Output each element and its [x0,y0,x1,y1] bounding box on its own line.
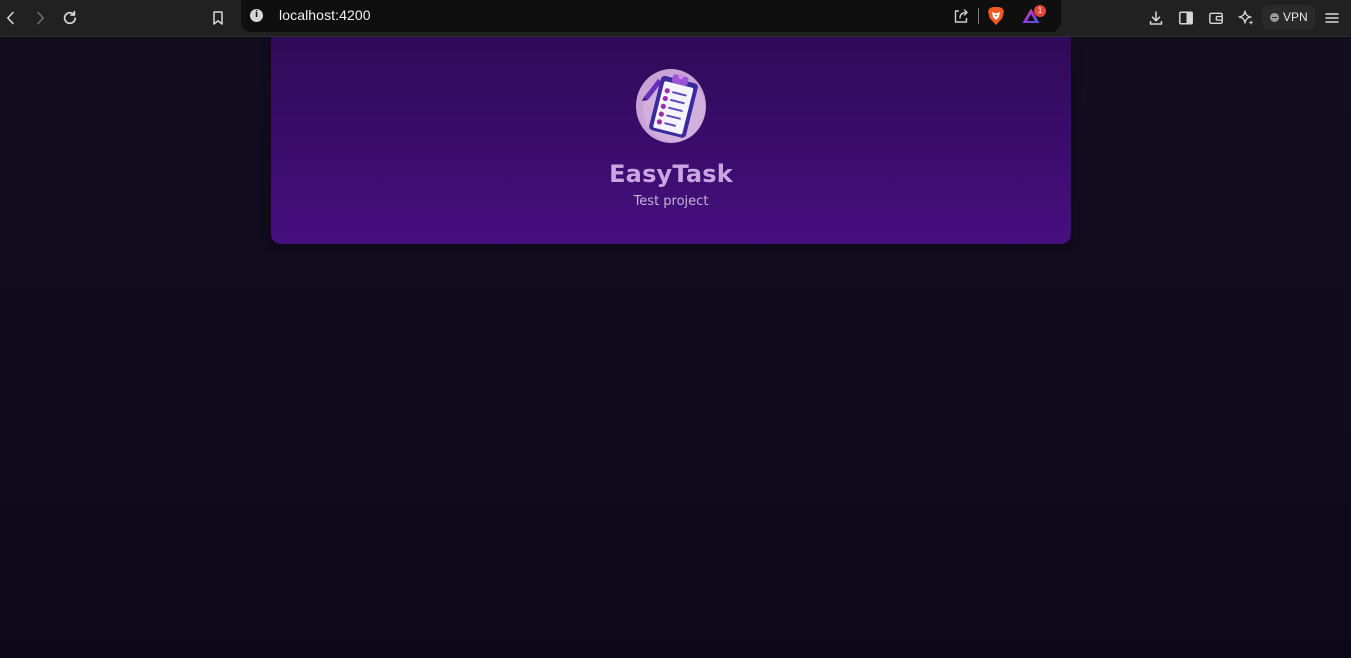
sidebar-button[interactable] [1173,5,1199,31]
info-icon[interactable]: i [250,9,263,22]
downloads-button[interactable] [1143,5,1169,31]
reload-icon [61,9,79,27]
app-header: EasyTask Test project [271,37,1071,244]
vpn-button[interactable]: VPN [1262,5,1315,30]
vpn-status-icon [1270,13,1279,22]
main-menu-button[interactable] [1319,5,1345,31]
app-title: EasyTask [609,160,733,188]
browser-toolbar: i localhost:4200 1 VPN [0,0,1351,37]
hamburger-menu-icon [1324,10,1340,26]
app-subtitle: Test project [633,194,709,209]
app-logo [634,67,708,145]
page-viewport: EasyTask Test project [0,37,1351,658]
download-icon [1148,10,1164,26]
bookmark-button[interactable] [205,5,231,31]
vpn-label: VPN [1283,10,1308,24]
address-bar[interactable]: i localhost:4200 1 [241,0,1061,32]
sidebar-icon [1178,10,1194,26]
clipboard-checklist-icon [634,67,708,145]
url-text[interactable]: localhost:4200 [279,7,371,23]
forward-button[interactable] [27,5,53,31]
url-divider [978,8,979,24]
reload-button[interactable] [57,5,83,31]
wallet-button[interactable] [1203,5,1229,31]
chevron-right-icon [32,10,48,26]
notification-badge: 1 [1034,5,1046,17]
wallet-icon [1208,10,1224,26]
leo-ai-button[interactable] [1233,5,1259,31]
back-button[interactable] [0,5,24,31]
bookmark-icon [210,10,226,26]
chevron-left-icon [3,10,19,26]
share-icon[interactable] [952,7,970,29]
sparkle-icon [1237,9,1255,27]
brave-lion-icon[interactable] [987,6,1005,30]
